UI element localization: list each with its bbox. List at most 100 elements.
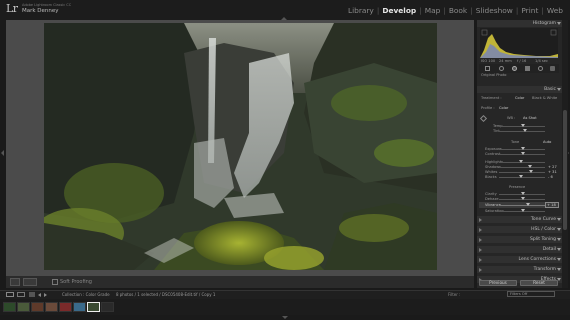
left-panel-toggle-icon[interactable] [1, 150, 4, 156]
tone-label: Tone [511, 140, 520, 144]
histogram[interactable] [480, 28, 558, 58]
filmstrip-thumbnail[interactable] [45, 302, 58, 312]
switch-icon[interactable] [479, 258, 482, 262]
tint-slider[interactable] [499, 129, 545, 132]
slider-knob[interactable] [528, 165, 532, 168]
slider-knob[interactable] [519, 160, 523, 163]
split-toning-header[interactable]: Split Toning [477, 236, 562, 243]
adjustment-brush-icon[interactable] [550, 66, 555, 71]
switch-icon[interactable] [479, 268, 482, 272]
slider-knob[interactable] [526, 203, 530, 206]
soft-proofing-label: Soft Proofing [60, 279, 92, 285]
filmstrip-thumbnail[interactable] [3, 302, 16, 312]
filmstrip-toggle-icon[interactable] [282, 316, 288, 319]
lens-corrections-header[interactable]: Lens Corrections [477, 256, 562, 263]
whites-slider[interactable] [499, 170, 545, 173]
blacks-slider[interactable] [499, 175, 545, 178]
temp-slider[interactable] [499, 124, 545, 127]
profile-label: Profile : [481, 106, 495, 110]
loupe-view-button[interactable] [10, 278, 20, 286]
vibrance-slider[interactable] [499, 203, 545, 206]
filmstrip-source-info[interactable]: Collection : Color Grade 8 photos / 1 se… [62, 292, 215, 297]
second-window-icon[interactable] [17, 292, 25, 297]
expand-icon [557, 238, 561, 241]
blacks-value[interactable]: - 6 [548, 175, 553, 179]
main-window-icon[interactable] [6, 292, 14, 297]
saturation-slider[interactable] [499, 209, 545, 212]
reset-button[interactable]: Reset [520, 280, 558, 286]
slider-knob[interactable] [521, 197, 525, 200]
histogram-header[interactable]: Histogram [477, 20, 562, 27]
previous-button[interactable]: Previous [479, 280, 517, 286]
slider-knob[interactable] [521, 124, 525, 127]
slider-knob[interactable] [519, 175, 523, 178]
whites-value[interactable]: + 31 [548, 170, 557, 174]
spot-removal-icon[interactable] [499, 66, 504, 71]
treatment-bw[interactable]: Black & White [532, 96, 557, 100]
module-slideshow[interactable]: Slideshow [473, 6, 516, 15]
profile-select[interactable]: Color [499, 106, 508, 110]
vibrance-value[interactable]: + 18 [547, 203, 556, 207]
collection-name[interactable]: Collection : Color Grade [62, 292, 110, 297]
switch-icon[interactable] [479, 238, 482, 242]
filmstrip-thumbnail[interactable] [31, 302, 44, 312]
filmstrip-thumbnail[interactable] [59, 302, 72, 312]
module-library[interactable]: Library [345, 6, 377, 15]
right-panel-scrollbar[interactable] [562, 20, 568, 288]
slider-knob[interactable] [529, 170, 533, 173]
scrollbar-thumb[interactable] [563, 110, 567, 230]
detail-header[interactable]: Detail [477, 246, 562, 253]
basic-title: Basic [544, 87, 556, 92]
hsl-title: HSL / Color [531, 227, 556, 232]
filmstrip-thumbnail[interactable] [17, 302, 30, 312]
exposure-slider[interactable] [499, 147, 545, 150]
crop-tool-icon[interactable] [485, 66, 490, 71]
original-photo-toggle[interactable]: Original Photo [481, 73, 506, 77]
split-toning-title: Split Toning [530, 237, 556, 242]
radial-filter-icon[interactable] [538, 66, 543, 71]
highlights-slider[interactable] [499, 160, 545, 163]
switch-icon[interactable] [479, 248, 482, 252]
dehaze-slider[interactable] [499, 197, 545, 200]
treatment-color[interactable]: Color [515, 96, 524, 100]
slider-knob[interactable] [521, 147, 525, 150]
switch-icon[interactable] [479, 228, 482, 232]
selection-info: 8 photos / 1 selected / DSC05408-Edit.ti… [115, 292, 216, 297]
back-arrow-icon[interactable] [38, 293, 41, 297]
module-develop[interactable]: Develop [379, 6, 419, 15]
vibrance-value-field[interactable]: + 18 [545, 202, 559, 208]
basic-header[interactable]: Basic [477, 86, 562, 93]
wb-select[interactable]: As Shot [523, 116, 537, 120]
collapse-icon [557, 22, 561, 25]
slider-knob[interactable] [523, 129, 527, 132]
tone-curve-header[interactable]: Tone Curve [477, 216, 562, 223]
wb-eyedropper-icon[interactable] [479, 114, 488, 123]
graduated-filter-icon[interactable] [525, 66, 530, 71]
tone-auto-button[interactable]: Auto [543, 140, 551, 144]
filmstrip-thumbnail[interactable] [73, 302, 86, 312]
contrast-slider[interactable] [499, 152, 545, 155]
slider-knob[interactable] [521, 152, 525, 155]
module-map[interactable]: Map [422, 6, 444, 15]
filter-select[interactable]: Filters Off [507, 291, 555, 297]
hsl-header[interactable]: HSL / Color [477, 226, 562, 233]
red-eye-icon[interactable] [512, 66, 517, 71]
grid-icon[interactable] [29, 292, 35, 297]
transform-header[interactable]: Transform [477, 266, 562, 273]
shadows-slider[interactable] [499, 165, 545, 168]
filmstrip-thumbnail[interactable] [101, 302, 114, 312]
module-print[interactable]: Print [518, 6, 541, 15]
clarity-slider[interactable] [499, 192, 545, 195]
module-book[interactable]: Book [446, 6, 470, 15]
identity-plate[interactable]: Mark Denney [22, 8, 59, 14]
shadows-value[interactable]: + 27 [548, 165, 557, 169]
module-web[interactable]: Web [544, 6, 566, 15]
before-after-button[interactable] [23, 278, 37, 286]
waterfall-photo[interactable] [44, 23, 437, 270]
soft-proofing-checkbox[interactable] [52, 279, 58, 285]
slider-knob[interactable] [521, 192, 525, 195]
switch-icon[interactable] [479, 218, 482, 222]
filmstrip-thumbnail-selected[interactable] [87, 302, 100, 312]
forward-arrow-icon[interactable] [44, 293, 47, 297]
slider-knob[interactable] [521, 209, 525, 212]
